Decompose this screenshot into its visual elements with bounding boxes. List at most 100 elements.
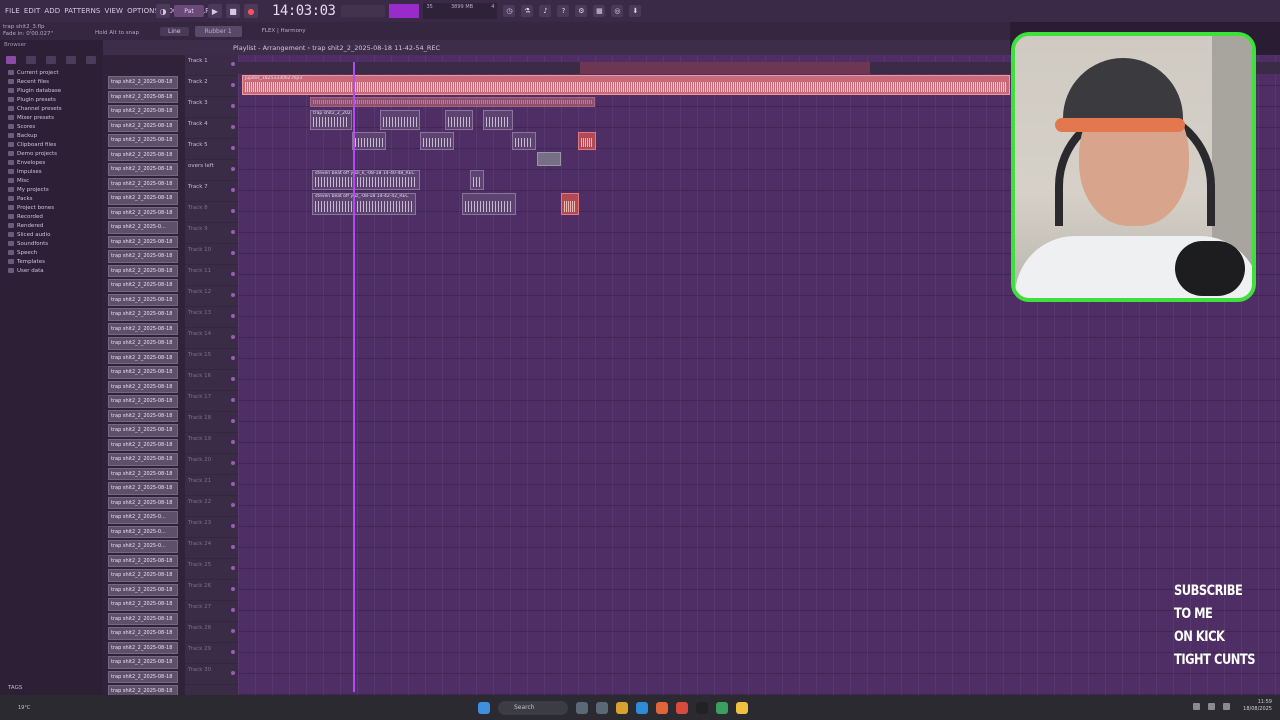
channel-button[interactable]: trap shit2_2_2025-08-18 [108, 105, 178, 118]
channel-button[interactable]: trap shit2_2_2025-08-18 [108, 612, 178, 625]
browser-item[interactable]: My projects [8, 185, 103, 194]
channel-button[interactable]: trap shit2_2_2025-08-18 [108, 119, 178, 132]
track-header[interactable]: Track 1 [185, 55, 238, 76]
channel-button[interactable]: trap shit2_2_2025-08-18 [108, 134, 178, 147]
browser-tags[interactable]: TAGS [8, 685, 22, 691]
loop-region[interactable] [580, 62, 870, 74]
channel-button[interactable]: trap shit2_2_2025-08-18 [108, 250, 178, 263]
channel-button[interactable]: trap shit2_2_2025-0... [108, 221, 178, 234]
audio-clip[interactable] [380, 110, 420, 130]
track-header[interactable]: Track 22 [185, 496, 238, 517]
channel-button[interactable]: trap shit2_2_2025-08-18 [108, 598, 178, 611]
browser-item[interactable]: Sliced audio [8, 230, 103, 239]
volume-icon[interactable] [1223, 703, 1230, 710]
channel-button[interactable]: trap shit2_2_2025-08-18 [108, 627, 178, 640]
browser-item[interactable]: Recent files [8, 77, 103, 86]
track-mute-icon[interactable] [231, 146, 235, 150]
track-mute-icon[interactable] [231, 545, 235, 549]
track-mute-icon[interactable] [231, 272, 235, 276]
track-mute-icon[interactable] [231, 587, 235, 591]
track-header[interactable]: Track 23 [185, 517, 238, 538]
fl-studio-icon[interactable] [736, 701, 748, 714]
channel-button[interactable]: trap shit2_2_2025-08-18 [108, 670, 178, 683]
track-header[interactable]: Track 5 [185, 139, 238, 160]
start-icon[interactable] [478, 701, 490, 714]
channel-button[interactable]: trap shit2_2_2025-08-18 [108, 90, 178, 103]
browser-item[interactable]: Plugin database [8, 86, 103, 95]
browser-item[interactable]: User data [8, 266, 103, 275]
edge-icon[interactable] [636, 701, 648, 714]
track-mute-icon[interactable] [231, 419, 235, 423]
channel-button[interactable]: trap shit2_2_2025-0... [108, 540, 178, 553]
browser-item[interactable]: Backup [8, 131, 103, 140]
playhead[interactable] [353, 62, 355, 692]
weather-widget[interactable]: 19°C [18, 705, 58, 711]
track-mute-icon[interactable] [231, 230, 235, 234]
menu-item[interactable]: PATTERNS [62, 7, 102, 15]
track-mute-icon[interactable] [231, 167, 235, 171]
metronome-icon[interactable]: ◷ [503, 5, 516, 17]
channel-button[interactable]: trap shit2_2_2025-08-18 [108, 656, 178, 669]
audio-clip[interactable] [470, 170, 484, 190]
channel-button[interactable]: trap shit2_2_2025-08-18 [108, 569, 178, 582]
channel-button[interactable]: trap shit2_2_2025-08-18 [108, 583, 178, 596]
channel-button[interactable]: trap shit2_2_2025-08-18 [108, 177, 178, 190]
track-mute-icon[interactable] [231, 608, 235, 612]
browser-item[interactable]: Scores [8, 122, 103, 131]
browser-item[interactable]: Project bones [8, 203, 103, 212]
track-header[interactable]: Track 27 [185, 601, 238, 622]
track-mute-icon[interactable] [231, 83, 235, 87]
channel-button[interactable]: trap shit2_2_2025-08-18 [108, 322, 178, 335]
track-header[interactable]: Track 17 [185, 391, 238, 412]
record-icon[interactable]: ● [244, 4, 258, 18]
track-mute-icon[interactable] [231, 62, 235, 66]
audio-clip[interactable] [420, 132, 454, 150]
track-header[interactable]: Track 7 [185, 181, 238, 202]
browser-item[interactable]: Channel presets [8, 104, 103, 113]
brave-icon[interactable] [656, 701, 668, 714]
channel-button[interactable]: trap shit2_2_2025-08-18 [108, 467, 178, 480]
track-header[interactable]: Track 13 [185, 307, 238, 328]
mixer-icon[interactable]: ⚗ [521, 5, 534, 17]
channel-button[interactable]: trap shit2_2_2025-08-18 [108, 206, 178, 219]
track-mute-icon[interactable] [231, 671, 235, 675]
track-mute-icon[interactable] [231, 356, 235, 360]
channel-button[interactable]: trap shit2_2_2025-08-18 [108, 163, 178, 176]
channel-button[interactable]: trap shit2_2_2025-08-18 [108, 264, 178, 277]
help-icon[interactable]: ? [557, 5, 570, 17]
browser-item[interactable]: Current project [8, 68, 103, 77]
track-header[interactable]: Track 18 [185, 412, 238, 433]
audio-clip[interactable] [445, 110, 473, 130]
track-header[interactable]: Track 14 [185, 328, 238, 349]
track-header[interactable]: Track 24 [185, 538, 238, 559]
track-mute-icon[interactable] [231, 251, 235, 255]
channel-button[interactable]: trap shit2_2_2025-0... [108, 525, 178, 538]
channel-button[interactable]: trap shit2_2_2025-08-18 [108, 409, 178, 422]
app-icon[interactable] [576, 701, 588, 714]
channel-button[interactable]: trap shit2_2_2025-0... [108, 511, 178, 524]
channel-button[interactable]: trap shit2_2_2025-08-18 [108, 366, 178, 379]
menu-item[interactable]: EDIT [22, 7, 43, 15]
audio-clip[interactable] [462, 193, 516, 215]
chat-icon[interactable]: ◎ [611, 5, 624, 17]
track-mute-icon[interactable] [231, 188, 235, 192]
audio-clip[interactable] [512, 132, 536, 150]
taskbar-search[interactable]: Search [498, 700, 568, 715]
track-mute-icon[interactable] [231, 104, 235, 108]
track-header[interactable]: Track 15 [185, 349, 238, 370]
track-header[interactable]: Track 19 [185, 433, 238, 454]
browser-star-icon[interactable] [86, 56, 96, 64]
browser-item[interactable]: Clipboard files [8, 140, 103, 149]
channel-button[interactable]: trap shit2_2_2025-08-18 [108, 279, 178, 292]
track-header[interactable]: Track 3 [185, 97, 238, 118]
pattern-song-icon[interactable]: ◑ [156, 4, 170, 18]
channel-button[interactable]: trap shit2_2_2025-08-18 [108, 496, 178, 509]
track-header[interactable]: Track 29 [185, 643, 238, 664]
track-mute-icon[interactable] [231, 293, 235, 297]
track-mute-icon[interactable] [231, 125, 235, 129]
browser-item[interactable]: Mixer presets [8, 113, 103, 122]
channel-button[interactable]: trap shit2_2_2025-08-18 [108, 554, 178, 567]
browser-plugins-icon[interactable] [46, 56, 56, 64]
menu-item[interactable]: ADD [42, 7, 62, 15]
play-icon[interactable]: ▶ [208, 4, 222, 18]
